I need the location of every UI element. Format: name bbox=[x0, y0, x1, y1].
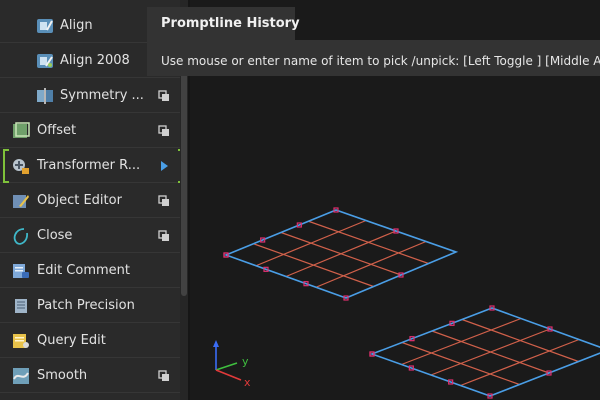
close-curve-icon bbox=[13, 228, 28, 245]
tool-item-label: Transformer R... bbox=[37, 158, 141, 173]
edit-comment-icon bbox=[13, 264, 29, 278]
tool-item-label: Align bbox=[60, 18, 93, 33]
y-axis bbox=[215, 362, 238, 371]
tool-item-close[interactable]: Close bbox=[0, 219, 180, 253]
tool-item-symmetry[interactable]: Symmetry ... bbox=[0, 79, 180, 113]
axis-triad: y x bbox=[213, 340, 251, 389]
patch-precision-icon bbox=[15, 299, 27, 313]
tool-item-edit-comment[interactable]: Edit Comment bbox=[0, 254, 180, 288]
isoparm-u bbox=[461, 318, 579, 363]
tool-item-label: Object Editor bbox=[37, 193, 122, 208]
isoparm-u bbox=[308, 220, 429, 265]
promptline-history-title: Promptline History bbox=[161, 16, 300, 31]
tool-item-label: Offset bbox=[37, 123, 77, 138]
copy-icon[interactable] bbox=[158, 125, 170, 137]
tool-item-offset[interactable]: Offset bbox=[0, 114, 180, 148]
promptline-history-tab[interactable]: Promptline History bbox=[147, 7, 300, 40]
application-window: Align Align 2008 Symmetry ... Offset Tra… bbox=[0, 0, 600, 400]
offset-icon bbox=[13, 122, 30, 138]
promptline-history-panel: Use mouse or enter name of item to pick … bbox=[147, 40, 600, 76]
copy-icon[interactable] bbox=[158, 195, 170, 207]
symmetry-icon bbox=[37, 88, 53, 104]
copy-icon[interactable] bbox=[158, 90, 170, 102]
tool-item-object-editor[interactable]: Object Editor bbox=[0, 184, 180, 218]
tool-item-label: Close bbox=[37, 228, 73, 243]
align-2008-icon bbox=[37, 54, 53, 68]
object-editor-icon bbox=[13, 195, 29, 208]
tool-item-patch-precision[interactable]: Patch Precision bbox=[0, 289, 180, 323]
y-axis-label: y bbox=[242, 355, 249, 368]
surface-patch-2[interactable] bbox=[369, 305, 600, 399]
promptline-message: Use mouse or enter name of item to pick … bbox=[161, 54, 600, 68]
tool-item-transformer-rig[interactable]: Transformer R... bbox=[0, 149, 180, 183]
tool-item-query-edit[interactable]: Query Edit bbox=[0, 324, 180, 358]
isoparm-v bbox=[285, 230, 397, 278]
isoparm-v bbox=[430, 328, 551, 376]
selection-bracket-left bbox=[3, 149, 9, 183]
tool-item-label: Patch Precision bbox=[37, 298, 135, 313]
expand-arrow-icon[interactable] bbox=[158, 160, 170, 172]
copy-icon[interactable] bbox=[158, 230, 170, 242]
tool-item-label: Smooth bbox=[37, 368, 88, 383]
x-axis-label: x bbox=[244, 376, 251, 389]
tool-item-label: Query Edit bbox=[37, 333, 106, 348]
tool-item-label: Align 2008 bbox=[60, 53, 130, 68]
z-axis-arrowhead bbox=[213, 340, 219, 347]
copy-icon[interactable] bbox=[158, 370, 170, 382]
isoparm-v bbox=[315, 240, 427, 288]
smooth-icon bbox=[13, 368, 29, 384]
tool-item-smooth[interactable]: Smooth bbox=[0, 359, 180, 393]
tool-item-label: Edit Comment bbox=[37, 263, 130, 278]
surface-patch-1[interactable] bbox=[223, 207, 459, 301]
query-edit-icon bbox=[13, 334, 29, 348]
align-icon bbox=[37, 19, 53, 33]
x-axis bbox=[215, 369, 242, 381]
tool-item-label: Symmetry ... bbox=[60, 88, 144, 103]
isoparm-v bbox=[460, 338, 580, 387]
transformer-icon bbox=[13, 159, 29, 174]
